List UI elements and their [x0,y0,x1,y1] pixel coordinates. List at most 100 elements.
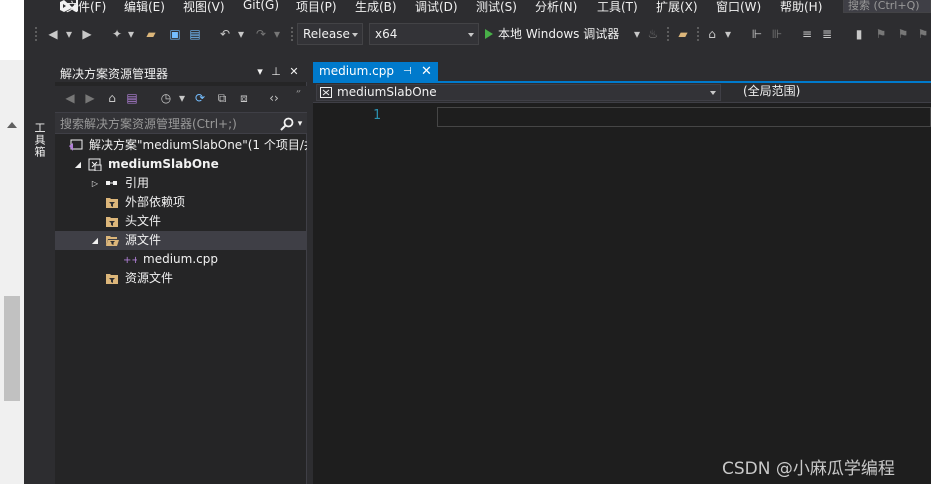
solution-tree: 解决方案"mediumSlabOne"(1 个项目/共 ◢ mediumSlabOn… [55,136,307,288]
tree-item-2[interactable]: ▷ 引用 [55,174,307,193]
toolbar-grip[interactable] [290,26,294,42]
document-tab-medium-cpp[interactable]: medium.cpp ⊣ ✕ [313,62,438,81]
dropdown-arrow-icon[interactable]: ▾ [721,27,735,41]
comment-lines-icon[interactable]: ≡ [800,27,814,41]
toolbox-tab-strip: 工具箱 [24,60,54,484]
menu-tools[interactable]: 工具(T) [597,0,638,15]
menu-help[interactable]: 帮助(H) [780,0,822,15]
background-window-top [0,0,24,60]
pending-changes-filter-icon[interactable]: ◷ [159,91,173,105]
filter-folder-icon [105,196,119,209]
background-window-strip [0,0,24,484]
hot-reload-icon[interactable]: ♨ [646,27,660,41]
solution-explorer-title: 解决方案资源管理器 [60,67,169,81]
code-editor[interactable]: 1 [313,104,931,484]
csdn-watermark: CSDN @小麻瓜学编程 [722,459,895,479]
start-debugging-button[interactable]: 本地 Windows 调试器 [485,23,619,45]
code-view-icon[interactable]: ‹› [267,91,281,105]
toolbar-grip[interactable] [34,26,38,42]
dropdown-arrow-icon[interactable]: ▾ [630,27,644,41]
navigation-bar: mediumSlabOne (全局范围) [313,83,931,103]
menu-build[interactable]: 生成(B) [355,0,397,15]
navigate-back-icon[interactable]: ◀ [46,27,60,41]
close-icon[interactable]: ✕ [287,64,301,80]
menu-edit[interactable]: 编辑(E) [124,0,165,15]
tree-item-1[interactable]: ◢ mediumSlabOne [55,155,307,174]
prev-bookmark-icon[interactable]: ⚑ [874,27,888,41]
dropdown-arrow-icon[interactable]: ▾ [124,27,138,41]
play-icon [485,29,493,39]
next-bookmark-icon[interactable]: ⚑ [896,27,910,41]
dropdown-arrow-icon[interactable]: ▾ [270,27,284,41]
search-options-icon[interactable]: ▾ [293,116,307,132]
configuration-value: Release [303,27,350,41]
toggle-breakpoints-icon[interactable]: ⊩ [750,27,764,41]
bookmark-icon[interactable]: ▮ [852,27,866,41]
global-scope-dropdown[interactable]: (全局范围) [723,84,931,101]
menu-view[interactable]: 视图(V) [183,0,225,15]
save-icon[interactable]: ▣ [168,27,182,41]
dropdown-arrow-icon[interactable]: ▾ [175,91,189,105]
forward-icon[interactable]: ▶ [83,91,97,105]
platform-select[interactable]: x64 [369,23,479,45]
switch-views-icon[interactable]: ▤ [125,91,139,105]
quick-search-box[interactable]: 搜索 (Ctrl+Q) [843,0,931,13]
svg-text:++: ++ [123,255,137,266]
menu-file[interactable]: 文件(F) [66,0,106,15]
expand-arrow-icon[interactable]: ▷ [90,174,100,193]
filter-folder-icon [105,272,119,285]
toolbar-grip[interactable] [666,26,670,42]
standard-toolbar: ◀ ▾ ▶ ✦ ▾ ▰ ▣ ▤ ↶ ▾ ↷ ▾ Release x64 本地 W… [24,20,931,48]
sync-icon[interactable]: ⟳ [193,91,207,105]
overflow-icon[interactable]: ˝ [291,89,305,103]
tree-item-0[interactable]: 解决方案"mediumSlabOne"(1 个项目/共 [55,136,307,155]
auto-hide-pin-icon[interactable]: ⊥ [269,64,283,80]
navigate-forward-icon[interactable]: ▶ [80,27,94,41]
tree-item-label: mediumSlabOne [108,157,219,171]
configuration-select[interactable]: Release [297,23,363,45]
uncomment-lines-icon[interactable]: ≣ [820,27,834,41]
home-icon[interactable]: ⌂ [105,91,119,105]
back-icon[interactable]: ◀ [63,91,77,105]
step-icon[interactable]: ⊪ [770,27,784,41]
show-all-files-icon[interactable]: ⧈ [237,91,251,105]
document-tab-label: medium.cpp [319,64,394,78]
redo-icon[interactable]: ↷ [254,27,268,41]
dropdown-arrow-icon[interactable]: ▾ [62,27,76,41]
menu-project[interactable]: 项目(P) [296,0,337,15]
scroll-up-arrow-icon[interactable] [7,122,17,128]
menu-analyze[interactable]: 分析(N) [535,0,577,15]
tree-item-5[interactable]: ◢ 源文件 [55,231,307,250]
dropdown-arrow-icon[interactable]: ▾ [234,27,248,41]
background-scrollbar-thumb[interactable] [4,296,20,401]
save-all-icon[interactable]: ▤ [188,27,202,41]
find-in-files-icon[interactable]: ▰ [676,27,690,41]
new-project-icon[interactable]: ✦ [110,27,124,41]
menu-window[interactable]: 窗口(W) [716,0,761,15]
global-scope-value: (全局范围) [743,84,801,98]
close-tab-icon[interactable]: ✕ [421,62,432,81]
toolbox-tab[interactable]: 工具箱 [33,122,47,158]
solution-home-icon[interactable]: ⌂ [705,27,719,41]
collapse-arrow-icon[interactable]: ◢ [73,155,83,174]
undo-icon[interactable]: ↶ [218,27,232,41]
collapse-arrow-icon[interactable]: ◢ [90,231,100,250]
window-position-menu-icon[interactable]: ▾ [253,64,267,80]
open-file-icon[interactable]: ▰ [144,27,158,41]
collapse-all-icon[interactable]: ⧉ [215,91,229,105]
cpp-file-icon: ++ [123,253,140,266]
clear-bookmarks-icon[interactable]: ⚑ [916,27,930,41]
tree-item-7[interactable]: 资源文件 [55,269,307,288]
pin-tab-icon[interactable]: ⊣ [403,62,412,81]
menu-debug[interactable]: 调试(D) [415,0,458,15]
menu-test[interactable]: 测试(S) [476,0,517,15]
project-scope-dropdown[interactable]: mediumSlabOne [316,84,721,101]
tree-item-3[interactable]: 外部依赖项 [55,193,307,212]
menu-git[interactable]: Git(G) [243,0,279,12]
solution-search-input[interactable] [60,116,275,132]
menu-extensions[interactable]: 扩展(X) [656,0,698,15]
toolbar-grip[interactable] [696,26,700,42]
project-scope-value: mediumSlabOne [337,85,437,99]
tree-item-6[interactable]: ++ medium.cpp [55,250,307,269]
tree-item-4[interactable]: 头文件 [55,212,307,231]
